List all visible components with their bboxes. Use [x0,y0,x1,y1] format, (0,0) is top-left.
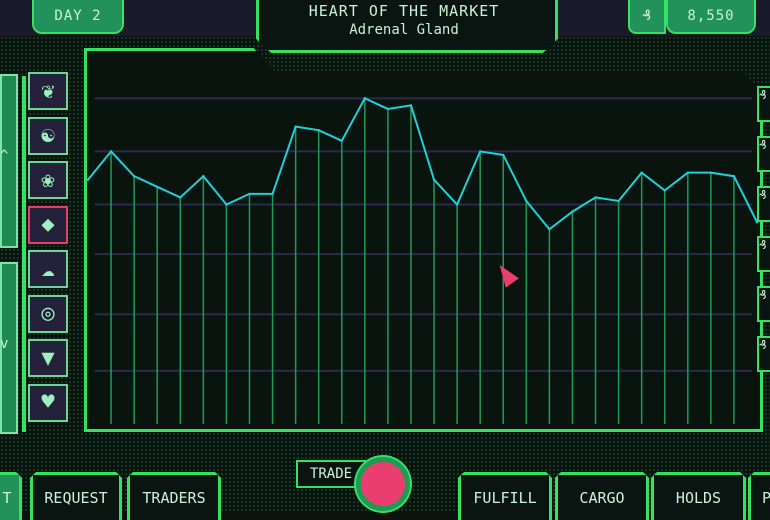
data-point [340,139,343,142]
data-point [109,150,113,153]
data-point [709,171,713,174]
price-chart [86,97,759,424]
data-point [132,175,136,178]
right-tab[interactable]: ₰ [757,86,770,122]
data-point [248,192,251,196]
data-point [548,228,551,231]
trade-button[interactable] [356,457,410,511]
right-tab[interactable]: ₰ [757,336,770,372]
data-point [294,125,297,128]
data-point [594,196,597,199]
data-point [225,203,228,206]
price-line [87,97,758,231]
data-point [571,210,574,213]
right-tab[interactable]: ₰ [757,186,770,222]
data-point [86,178,90,181]
right-tab[interactable]: ₰ [757,136,770,172]
data-point [732,175,736,178]
data-point [455,203,459,206]
data-point [478,150,482,153]
data-point [432,178,436,181]
data-point [409,104,413,107]
data-point [686,171,689,174]
data-point [363,97,367,100]
data-point [156,185,159,189]
data-point [640,171,643,174]
data-point [271,192,274,196]
data-point [617,199,620,203]
data-point [179,196,182,199]
data-point [202,175,205,178]
data-point [663,189,666,192]
data-point [317,128,320,132]
data-point [386,107,390,111]
right-tab[interactable]: ₰ [757,286,770,322]
right-tab[interactable]: ₰ [757,236,770,272]
data-point [525,199,528,203]
data-point [502,153,505,157]
